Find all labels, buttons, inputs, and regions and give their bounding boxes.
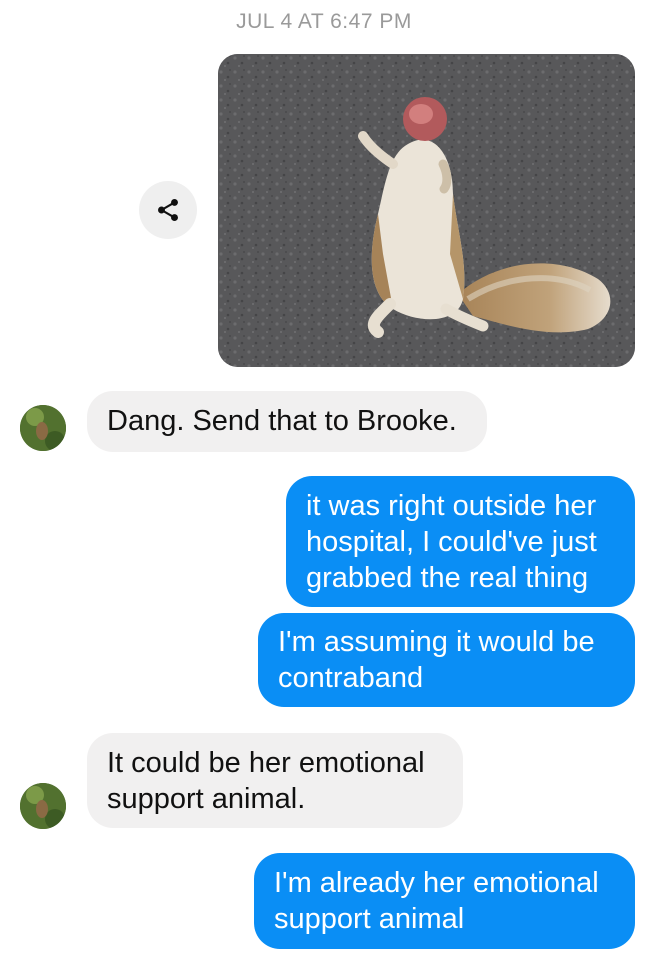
share-icon xyxy=(158,198,178,222)
contact-avatar[interactable] xyxy=(20,783,66,829)
message-bubble-incoming[interactable]: It could be her emotional support animal… xyxy=(87,733,463,828)
message-text-line: hospital, I could've just xyxy=(306,526,597,558)
message-bubble-outgoing[interactable]: I'm assuming it would be contraband xyxy=(258,613,635,707)
message-text-line: support animal. xyxy=(107,783,306,815)
message-text-line: it was right outside her xyxy=(306,490,597,522)
message-text-line: grabbed the real thing xyxy=(306,562,589,594)
message-text-line: I'm already her emotional xyxy=(274,867,599,899)
message-text-line: support animal xyxy=(274,903,465,935)
message-bubble-incoming[interactable]: Dang. Send that to Brooke. xyxy=(87,391,487,452)
message-text-line: contraband xyxy=(278,662,424,694)
message-text-line: It could be her emotional xyxy=(107,747,425,779)
contact-avatar[interactable] xyxy=(20,405,66,451)
message-bubble-outgoing[interactable]: it was right outside her hospital, I cou… xyxy=(286,476,635,607)
thread-timestamp: JUL 4 AT 6:47 PM xyxy=(236,10,412,33)
shared-photo[interactable] xyxy=(218,54,635,367)
share-button[interactable] xyxy=(139,181,197,239)
message-text-line: I'm assuming it would be xyxy=(278,626,595,658)
message-text: Dang. Send that to Brooke. xyxy=(107,405,457,437)
message-bubble-outgoing[interactable]: I'm already her emotional support animal xyxy=(254,853,635,949)
